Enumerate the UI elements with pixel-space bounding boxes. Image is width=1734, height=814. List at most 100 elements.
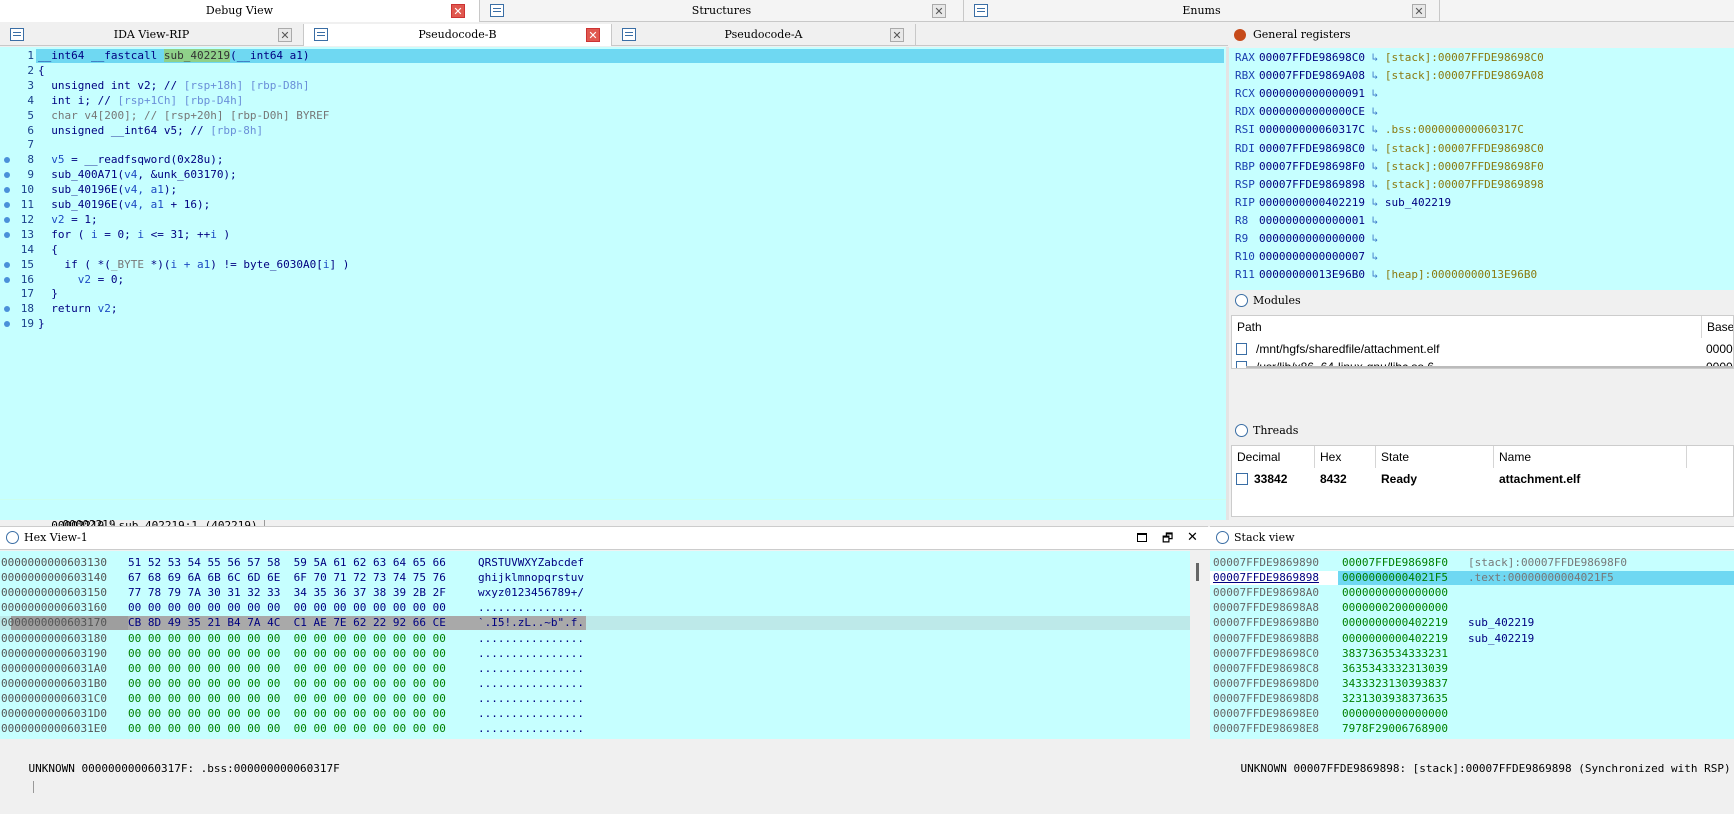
hex-row[interactable]: 00000000006031E0 00 00 00 00 00 00 00 00 … xyxy=(0,722,1190,736)
jump-arrow-icon[interactable]: ↳ xyxy=(1365,123,1385,136)
column-header-hex[interactable]: Hex xyxy=(1315,446,1376,468)
stack-value[interactable]: 3635343332313039 xyxy=(1338,662,1468,676)
restore-icon[interactable]: 🗗 xyxy=(1162,531,1173,545)
register-row[interactable]: R10 0000000000000007 ↳ xyxy=(1235,249,1385,265)
hex-bytes[interactable]: 00 00 00 00 00 00 00 00 00 00 00 00 00 0… xyxy=(128,632,478,646)
register-row[interactable]: RBX 00007FFDE9869A08 ↳ [stack]:00007FFDE9… xyxy=(1235,68,1544,84)
tab-debug-view[interactable]: Debug View ✕ xyxy=(0,0,480,22)
hex-row[interactable]: 0000000000603170 CB 8D 49 35 21 B4 7A 4C … xyxy=(0,616,1190,630)
hex-rows[interactable]: 0000000000603130 51 52 53 54 55 56 57 58 … xyxy=(0,551,1190,739)
close-icon[interactable]: ✕ xyxy=(1187,531,1198,545)
close-icon[interactable]: ✕ xyxy=(1412,4,1426,18)
hex-bytes[interactable]: 00 00 00 00 00 00 00 00 00 00 00 00 00 0… xyxy=(128,707,478,721)
horizontal-scrollbar[interactable] xyxy=(1246,366,1733,368)
register-value[interactable]: 00000000000000CE xyxy=(1259,105,1365,118)
register-value[interactable]: 0000000000000091 xyxy=(1259,87,1365,100)
register-value[interactable]: 00000000013E96B0 xyxy=(1259,268,1365,281)
tab-pseudocode-a[interactable]: Pseudocode-A ✕ xyxy=(612,24,916,46)
stack-rows[interactable]: 00007FFDE9869890 00007FFDE98698F0 [stack]:… xyxy=(1210,551,1734,739)
register-value[interactable]: 00007FFDE9869A08 xyxy=(1259,69,1365,82)
column-header-decimal[interactable]: Decimal xyxy=(1232,446,1315,468)
tab-structures[interactable]: Structures ✕ xyxy=(480,0,964,22)
stack-value[interactable]: 00007FFDE98698F0 xyxy=(1338,556,1468,570)
jump-arrow-icon[interactable]: ↳ xyxy=(1365,87,1385,100)
hex-bytes[interactable]: 00 00 00 00 00 00 00 00 00 00 00 00 00 0… xyxy=(128,647,478,661)
hex-row[interactable]: 00000000006031B0 00 00 00 00 00 00 00 00 … xyxy=(0,677,1190,691)
stack-row[interactable]: 00007FFDE98698D8 3231303938373635 xyxy=(1210,692,1734,706)
hex-row[interactable]: 00000000006031C0 00 00 00 00 00 00 00 00 … xyxy=(0,692,1190,706)
hex-row[interactable]: 0000000000603150 77 78 79 7A 30 31 32 33 … xyxy=(0,586,1190,600)
vertical-scrollbar[interactable] xyxy=(1190,551,1208,739)
module-row[interactable]: /mnt/hgfs/sharedfile/attachment.elf 0000… xyxy=(1232,340,1733,358)
register-value[interactable]: 00007FFDE98698F0 xyxy=(1259,160,1365,173)
hex-row[interactable]: 0000000000603130 51 52 53 54 55 56 57 58 … xyxy=(0,556,1190,570)
stack-row[interactable]: 00007FFDE98698B0 0000000000402219 sub_4022… xyxy=(1210,616,1734,630)
register-row[interactable]: R8 0000000000000001 ↳ xyxy=(1235,213,1385,229)
jump-arrow-icon[interactable]: ↳ xyxy=(1365,196,1385,209)
register-row[interactable]: RAX 00007FFDE98698C0 ↳ [stack]:00007FFDE9… xyxy=(1235,50,1544,66)
hex-bytes[interactable]: 00 00 00 00 00 00 00 00 00 00 00 00 00 0… xyxy=(128,677,478,691)
hex-row[interactable]: 00000000006031D0 00 00 00 00 00 00 00 00 … xyxy=(0,707,1190,721)
stack-row[interactable]: 00007FFDE98698C8 3635343332313039 xyxy=(1210,662,1734,676)
stack-value[interactable]: 7978F29006768900 xyxy=(1338,722,1468,736)
register-value[interactable]: 000000000060317C xyxy=(1259,123,1365,136)
jump-arrow-icon[interactable]: ↳ xyxy=(1365,178,1385,191)
register-row[interactable]: RCX 0000000000000091 ↳ xyxy=(1235,86,1385,102)
register-row[interactable]: R11 00000000013E96B0 ↳ [heap]:00000000013… xyxy=(1235,267,1537,283)
registers-list[interactable]: RAX 00007FFDE98698C0 ↳ [stack]:00007FFDE9… xyxy=(1229,48,1734,308)
close-icon[interactable]: ✕ xyxy=(890,28,904,42)
register-row[interactable]: RDI 00007FFDE98698C0 ↳ [stack]:00007FFDE9… xyxy=(1235,141,1544,157)
thread-row[interactable]: 33842 8432 Ready attachment.elf xyxy=(1232,470,1734,488)
stack-row[interactable]: 00007FFDE98698A0 0000000000000000 xyxy=(1210,586,1734,600)
register-value[interactable]: 0000000000000001 xyxy=(1259,214,1365,227)
stack-row[interactable]: 00007FFDE98698D0 3433323130393837 xyxy=(1210,677,1734,691)
jump-arrow-icon[interactable]: ↳ xyxy=(1365,69,1385,82)
hex-row[interactable]: 0000000000603190 00 00 00 00 00 00 00 00 … xyxy=(0,647,1190,661)
stack-row[interactable]: 00007FFDE98698B8 0000000000402219 sub_4022… xyxy=(1210,632,1734,646)
stack-value[interactable]: 0000000000000000 xyxy=(1338,707,1468,721)
hex-bytes[interactable]: 00 00 00 00 00 00 00 00 00 00 00 00 00 0… xyxy=(128,722,478,736)
column-header-state[interactable]: State xyxy=(1376,446,1494,468)
column-header-name[interactable]: Name xyxy=(1494,446,1687,468)
stack-value[interactable]: 0000000000402219 xyxy=(1338,616,1468,630)
register-value[interactable]: 0000000000402219 xyxy=(1259,196,1365,209)
scrollbar-thumb[interactable] xyxy=(1196,563,1199,581)
stack-row[interactable]: 00007FFDE98698E0 0000000000000000 xyxy=(1210,707,1734,721)
tab-ida-view-rip[interactable]: IDA View-RIP ✕ xyxy=(0,24,304,46)
column-header-base[interactable]: Base xyxy=(1702,316,1733,338)
stack-row[interactable]: 00007FFDE9869898 00000000004021F5 .text:00… xyxy=(1210,571,1734,585)
jump-arrow-icon[interactable]: ↳ xyxy=(1365,142,1385,155)
stack-row[interactable]: 00007FFDE98698A8 0000000200000000 xyxy=(1210,601,1734,615)
register-row[interactable]: RSP 00007FFDE9869898 ↳ [stack]:00007FFDE9… xyxy=(1235,177,1544,193)
register-row[interactable]: R9 0000000000000000 ↳ xyxy=(1235,231,1385,247)
pseudocode-view[interactable]: 1 __int64 __fastcall sub_402219(__int64 a… xyxy=(0,47,1226,579)
register-value[interactable]: 00007FFDE98698C0 xyxy=(1259,51,1365,64)
jump-arrow-icon[interactable]: ↳ xyxy=(1365,268,1385,281)
hex-bytes[interactable]: 00 00 00 00 00 00 00 00 00 00 00 00 00 0… xyxy=(128,662,478,676)
register-value[interactable]: 00007FFDE98698C0 xyxy=(1259,142,1365,155)
maximize-icon[interactable] xyxy=(1137,533,1147,542)
hex-bytes[interactable]: 51 52 53 54 55 56 57 58 59 5A 61 62 63 6… xyxy=(128,556,478,570)
stack-value[interactable]: 0000000200000000 xyxy=(1338,601,1468,615)
tab-enums[interactable]: Enums ✕ xyxy=(964,0,1440,22)
register-row[interactable]: RBP 00007FFDE98698F0 ↳ [stack]:00007FFDE9… xyxy=(1235,159,1544,175)
hex-bytes[interactable]: CB 8D 49 35 21 B4 7A 4C C1 AE 7E 62 22 9… xyxy=(128,616,478,630)
hex-row[interactable]: 00000000006031A0 00 00 00 00 00 00 00 00 … xyxy=(0,662,1190,676)
hex-row[interactable]: 0000000000603140 67 68 69 6A 6B 6C 6D 6E … xyxy=(0,571,1190,585)
hex-bytes[interactable]: 67 68 69 6A 6B 6C 6D 6E 6F 70 71 72 73 7… xyxy=(128,571,478,585)
jump-arrow-icon[interactable]: ↳ xyxy=(1365,105,1385,118)
hex-row[interactable]: 0000000000603180 00 00 00 00 00 00 00 00 … xyxy=(0,632,1190,646)
stack-value[interactable]: 3231303938373635 xyxy=(1338,692,1468,706)
register-row[interactable]: RIP 0000000000402219 ↳ sub_402219 xyxy=(1235,195,1451,211)
stack-value[interactable]: 3837363534333231 xyxy=(1338,647,1468,661)
jump-arrow-icon[interactable]: ↳ xyxy=(1365,214,1385,227)
hex-row[interactable]: 0000000000603160 00 00 00 00 00 00 00 00 … xyxy=(0,601,1190,615)
jump-arrow-icon[interactable]: ↳ xyxy=(1365,232,1385,245)
stack-row[interactable]: 00007FFDE98698E8 7978F29006768900 xyxy=(1210,722,1734,736)
stack-value[interactable]: 0000000000000000 xyxy=(1338,586,1468,600)
tab-pseudocode-b[interactable]: Pseudocode-B ✕ xyxy=(304,24,612,46)
register-value[interactable]: 0000000000000000 xyxy=(1259,232,1365,245)
jump-arrow-icon[interactable]: ↳ xyxy=(1365,160,1385,173)
register-value[interactable]: 0000000000000007 xyxy=(1259,250,1365,263)
close-icon[interactable]: ✕ xyxy=(278,28,292,42)
